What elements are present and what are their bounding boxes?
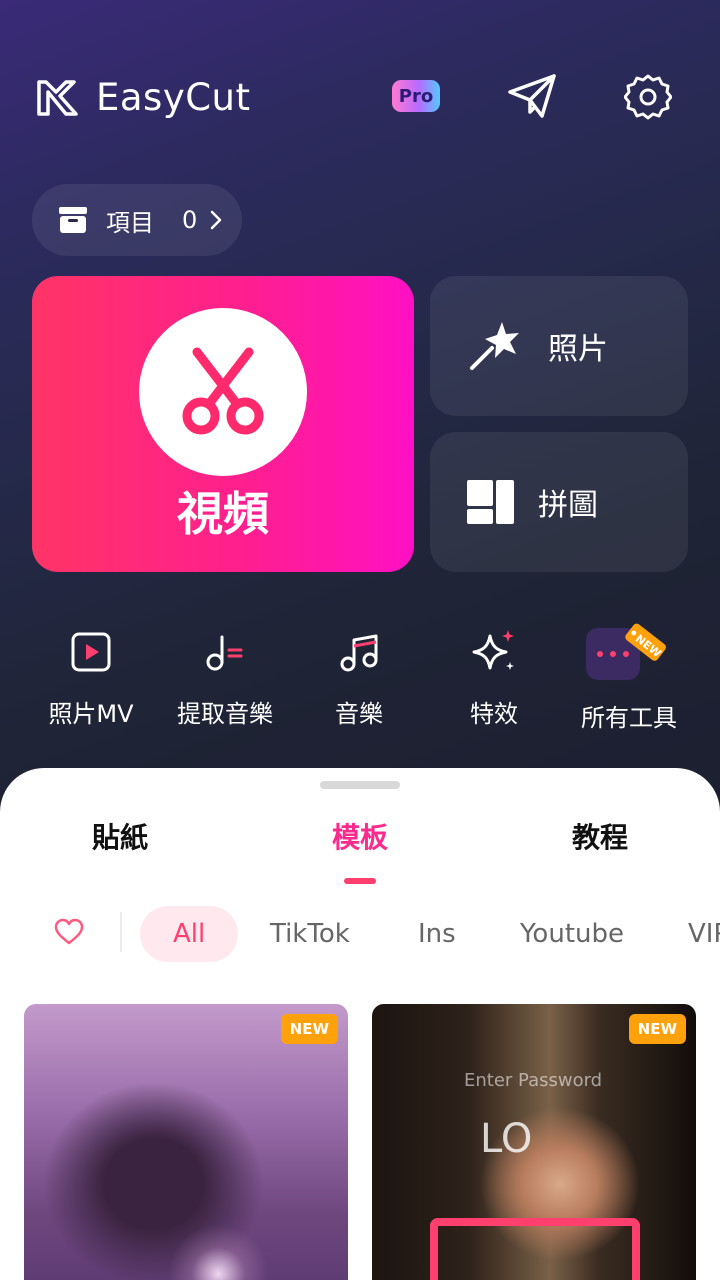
sheet-tabs: 貼紙 模板 教程: [0, 816, 720, 866]
chevron-right-icon: [211, 210, 222, 230]
collage-card[interactable]: 拼圖: [430, 432, 688, 572]
projects-count: 0: [182, 206, 198, 234]
collage-grid-icon: [467, 480, 514, 524]
music-note-icon: [340, 634, 378, 672]
video-icon-circle: [139, 308, 307, 476]
app-header: EasyCut Pro: [0, 60, 720, 136]
collage-label: 拼圖: [538, 488, 598, 523]
tool-all-tools[interactable]: NEW 所有工具: [562, 620, 696, 733]
tab-templates[interactable]: 模板: [332, 816, 388, 856]
scissors-icon: [182, 347, 264, 435]
template-overlay-text: Enter Password: [464, 1070, 603, 1091]
filter-chip-ins[interactable]: Ins: [418, 906, 456, 962]
template-pink-frame: [430, 1218, 640, 1280]
templates-sheet: 貼紙 模板 教程 All TikTok Ins Youtube VIP NEW …: [0, 768, 720, 1280]
music-extract-icon: [206, 635, 243, 671]
tab-tutorials[interactable]: 教程: [572, 816, 628, 856]
photo-card[interactable]: 照片: [430, 276, 688, 416]
projects-button[interactable]: 項目 0: [32, 184, 242, 256]
template-thumbnail[interactable]: NEW Enter Password LO: [372, 1004, 696, 1280]
send-icon[interactable]: [506, 72, 558, 120]
settings-gear-icon[interactable]: [624, 73, 672, 121]
tool-effects[interactable]: 特效: [427, 620, 561, 729]
projects-label: 項目: [106, 208, 154, 237]
video-label: 視頻: [177, 487, 269, 541]
app-name: EasyCut: [96, 76, 251, 119]
sparkle-icon: [472, 630, 514, 670]
tool-photo-mv[interactable]: 照片MV: [24, 620, 158, 729]
tool-label: 所有工具: [581, 704, 677, 732]
tool-label: 提取音樂: [177, 700, 273, 728]
filter-chip-tiktok[interactable]: TikTok: [270, 906, 350, 962]
tools-row: 照片MV 提取音樂 音樂 特效 NEW 所有工具: [0, 620, 720, 740]
tool-label: 照片MV: [48, 700, 134, 728]
app-logo: EasyCut: [36, 76, 251, 119]
easycut-logo-icon: [37, 79, 78, 116]
tab-stickers[interactable]: 貼紙: [92, 816, 148, 856]
active-tab-indicator: [344, 878, 376, 884]
template-overlay-big-text: LO: [480, 1116, 533, 1162]
heart-icon[interactable]: [54, 918, 84, 946]
template-thumbnail[interactable]: NEW: [24, 1004, 348, 1280]
archive-box-icon: [59, 207, 87, 233]
pro-button[interactable]: Pro: [392, 80, 440, 112]
filter-chip-vip[interactable]: VIP: [688, 906, 720, 962]
pro-label: Pro: [398, 85, 434, 107]
sheet-drag-handle[interactable]: [320, 781, 400, 789]
more-dots-icon: NEW: [586, 623, 666, 680]
tool-extract-music[interactable]: 提取音樂: [158, 620, 292, 729]
new-badge: NEW: [280, 1014, 338, 1044]
new-badge: NEW: [628, 1014, 686, 1044]
filter-divider: [120, 912, 122, 952]
filter-chips: All TikTok Ins Youtube VIP: [0, 904, 720, 962]
filter-chip-youtube[interactable]: Youtube: [520, 906, 624, 962]
tool-label: 音樂: [335, 700, 383, 728]
tool-label: 特效: [470, 700, 518, 728]
play-square-icon: [71, 632, 111, 672]
filter-chip-all[interactable]: All: [140, 906, 239, 962]
photo-label: 照片: [548, 332, 608, 367]
magic-wand-icon: [470, 322, 519, 370]
video-edit-card[interactable]: 視頻: [32, 276, 414, 572]
tool-music[interactable]: 音樂: [292, 620, 426, 729]
